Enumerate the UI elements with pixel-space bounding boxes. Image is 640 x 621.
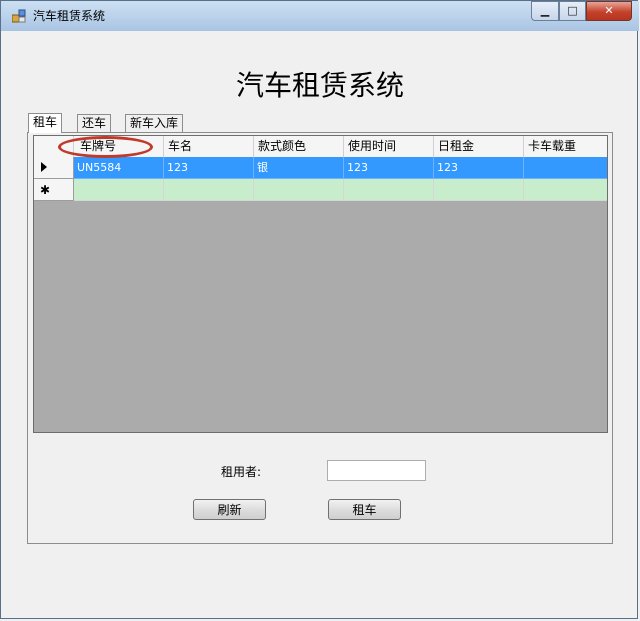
maximize-button[interactable]: □ <box>559 1 586 21</box>
tab-rent-car[interactable]: 租车 <box>28 113 63 133</box>
column-header-usage-time[interactable]: 使用时间 <box>344 136 434 157</box>
maximize-icon: □ <box>567 4 578 17</box>
window-title: 汽车租赁系统 <box>33 9 106 23</box>
row-indicator-current[interactable] <box>34 157 74 179</box>
renter-input[interactable] <box>327 460 426 481</box>
cell-plate-number[interactable]: UN5584 <box>74 157 164 179</box>
title-bar[interactable]: 汽车租赁系统 ▁ □ ✕ <box>1 1 639 31</box>
grid-corner-header[interactable] <box>34 136 74 157</box>
cell-car-name[interactable]: 123 <box>164 157 254 179</box>
grid-header: 车牌号 车名 款式颜色 使用时间 日租金 卡车载重 <box>34 136 607 158</box>
column-header-color[interactable]: 款式颜色 <box>254 136 344 157</box>
cell-truck-load[interactable] <box>524 157 607 179</box>
table-row[interactable]: UN5584 123 银 123 123 <box>34 157 607 179</box>
page-title: 汽车租赁系统 <box>235 69 404 102</box>
close-button[interactable]: ✕ <box>586 1 632 21</box>
cell-car-name[interactable] <box>164 179 254 201</box>
cell-plate-number[interactable] <box>74 179 164 201</box>
row-indicator-new[interactable]: ✱ <box>34 179 74 201</box>
cell-color[interactable]: 银 <box>254 157 344 179</box>
cell-color[interactable] <box>254 179 344 201</box>
refresh-button[interactable]: 刷新 <box>193 499 266 520</box>
column-header-truck-load[interactable]: 卡车载重 <box>524 136 607 157</box>
table-row-new[interactable]: ✱ <box>34 179 607 201</box>
column-header-plate-number[interactable]: 车牌号 <box>74 136 164 157</box>
cell-daily-rent[interactable] <box>434 179 524 201</box>
minimize-icon: ▁ <box>540 4 550 17</box>
cell-usage-time[interactable]: 123 <box>344 157 434 179</box>
rent-button[interactable]: 租车 <box>328 499 401 520</box>
new-row-asterisk-icon: ✱ <box>40 183 51 197</box>
column-header-car-name[interactable]: 车名 <box>164 136 254 157</box>
cell-daily-rent[interactable]: 123 <box>434 157 524 179</box>
tab-new-car-stock[interactable]: 新车入库 <box>125 114 184 132</box>
renter-label: 租用者: <box>221 465 262 479</box>
car-data-grid[interactable]: 车牌号 车名 款式颜色 使用时间 日租金 卡车载重 UN5584 123 银 1… <box>33 135 608 433</box>
minimize-button[interactable]: ▁ <box>531 1 559 21</box>
column-header-daily-rent[interactable]: 日租金 <box>434 136 524 157</box>
cell-usage-time[interactable] <box>344 179 434 201</box>
app-icon <box>12 9 26 23</box>
tab-return-car[interactable]: 还车 <box>77 114 112 132</box>
close-icon: ✕ <box>604 4 614 17</box>
current-row-arrow-icon <box>41 162 47 172</box>
cell-truck-load[interactable] <box>524 179 607 201</box>
